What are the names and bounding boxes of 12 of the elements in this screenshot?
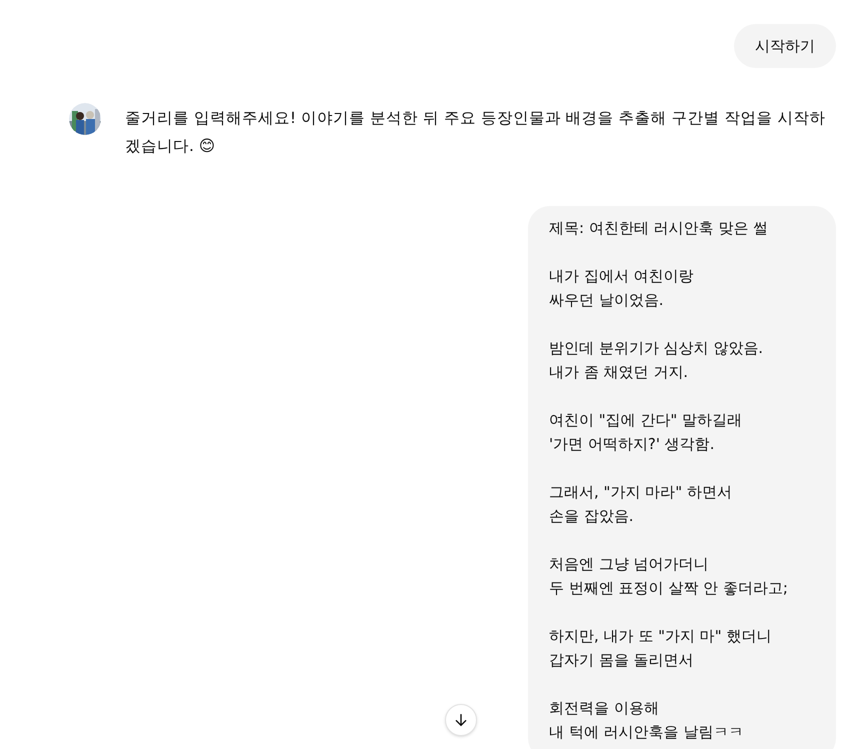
message-text: 회전력을 이용해 내 턱에 러시안훅을 날림ㅋㅋ bbox=[549, 698, 744, 743]
message-text: 그래서, "가지 마라" 하면서 손을 잡았음. bbox=[549, 482, 733, 527]
message-text: 여친이 "집에 간다" 말하길래 '가면 어떡하지?' 생각함. bbox=[549, 410, 744, 455]
message-text: 처음엔 그냥 넘어가더니 두 번째엔 표정이 살짝 안 좋더라고; bbox=[549, 554, 789, 599]
arrow-down-icon bbox=[453, 712, 469, 728]
message-text: 줄거리를 입력해주세요! 이야기를 분석한 뒤 주요 등장인물과 배경을 추출해 구간별 작업을 시작하겠습니다. 😊 bbox=[125, 108, 826, 157]
message-text: 시작하기 bbox=[755, 36, 815, 57]
scroll-down-button[interactable] bbox=[445, 704, 477, 736]
message-text: 하지만, 내가 또 "가지 마" 했더니 갑자기 몸을 돌리면서 bbox=[549, 626, 772, 671]
message-text: 밤인데 분위기가 심상치 않았음. 내가 좀 채였던 거지. bbox=[549, 338, 764, 383]
message-text: 제목: 여친한테 러시안훅 맞은 썰 bbox=[549, 218, 770, 239]
message-text: 내가 집에서 여친이랑 싸우던 날이었음. bbox=[549, 266, 695, 311]
